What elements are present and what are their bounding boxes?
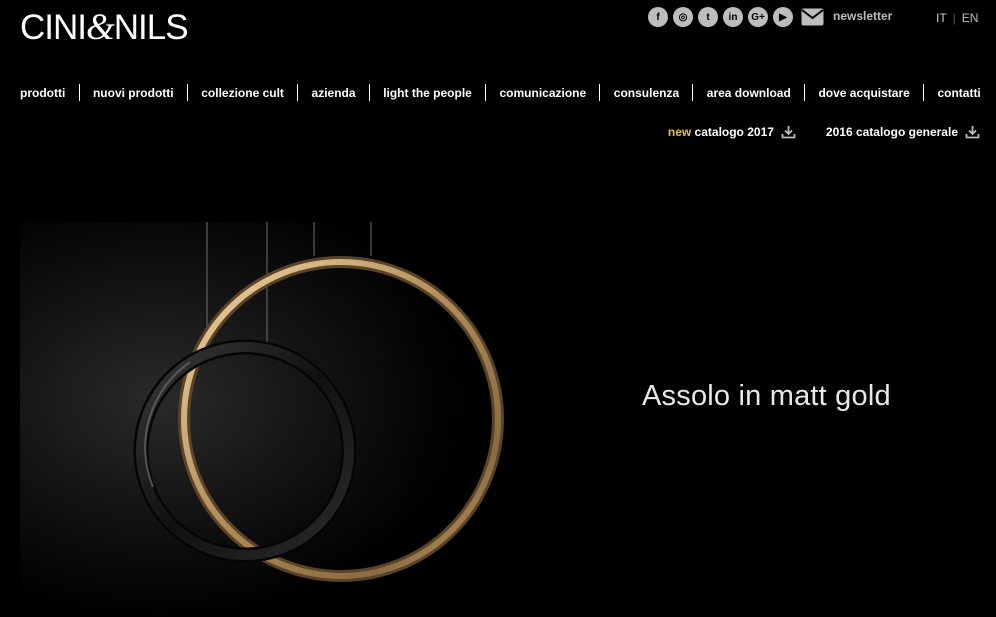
instagram-icon[interactable]: ◎ [673, 7, 693, 27]
nav-divider [599, 84, 601, 101]
catalog-downloads: new catalogo 2017 2016 catalogo generale [668, 125, 980, 139]
nav-divider [78, 84, 80, 101]
catalog-2016-label: 2016 catalogo generale [825, 125, 958, 139]
language-switcher: IT | EN [936, 11, 978, 25]
nav-item-consulenza[interactable]: consulenza [614, 86, 679, 100]
nav-divider [368, 84, 370, 101]
nav-item-comunicazione[interactable]: comunicazione [499, 86, 586, 100]
nav-item-nuovi-prodotti[interactable]: nuovi prodotti [93, 86, 174, 100]
linkedin-icon[interactable]: in [723, 7, 743, 27]
catalog-2017-link[interactable]: new catalogo 2017 [668, 125, 796, 139]
download-icon [781, 126, 796, 139]
youtube-icon[interactable]: ▶ [773, 7, 793, 27]
brand-logo[interactable]: CINI&NILS [20, 7, 189, 48]
logo-text-right: NILS [113, 8, 189, 47]
nav-item-collezione-cult[interactable]: collezione cult [201, 86, 284, 100]
nav-item-contatti[interactable]: contatti [937, 86, 980, 100]
new-badge: new [667, 125, 692, 139]
main-nav: prodotti nuovi prodotti collezione cult … [20, 84, 981, 101]
google-plus-icon[interactable]: G+ [748, 7, 768, 27]
nav-divider [186, 84, 188, 101]
catalog-2016-link[interactable]: 2016 catalogo generale [826, 125, 980, 139]
lang-separator: | [952, 11, 956, 25]
nav-divider [297, 84, 299, 101]
nav-item-area-download[interactable]: area download [707, 86, 791, 100]
twitter-icon[interactable]: t [698, 7, 718, 27]
nav-item-prodotti[interactable]: prodotti [20, 86, 65, 100]
nav-divider [923, 84, 925, 101]
catalog-2017-label: catalogo 2017 [694, 125, 774, 139]
nav-item-azienda[interactable]: azienda [312, 86, 356, 100]
newsletter-link[interactable]: newsletter [833, 9, 892, 23]
mail-icon[interactable] [801, 8, 824, 26]
nav-item-light-the-people[interactable]: light the people [383, 86, 472, 100]
nav-divider [804, 84, 806, 101]
social-links: f ◎ t in G+ ▶ [648, 7, 824, 27]
download-icon [965, 126, 980, 139]
nav-divider [692, 84, 694, 101]
nav-divider [485, 84, 487, 101]
hero-tagline: Assolo in matt gold [642, 380, 891, 412]
nav-item-dove-acquistare[interactable]: dove acquistare [818, 86, 909, 100]
hero-banner[interactable] [0, 222, 996, 617]
facebook-icon[interactable]: f [648, 7, 668, 27]
lang-it[interactable]: IT [936, 11, 947, 25]
hero-image [20, 222, 600, 617]
logo-text-left: CINI [20, 8, 87, 47]
lang-en[interactable]: EN [962, 11, 979, 25]
logo-ampersand: & [86, 7, 115, 48]
